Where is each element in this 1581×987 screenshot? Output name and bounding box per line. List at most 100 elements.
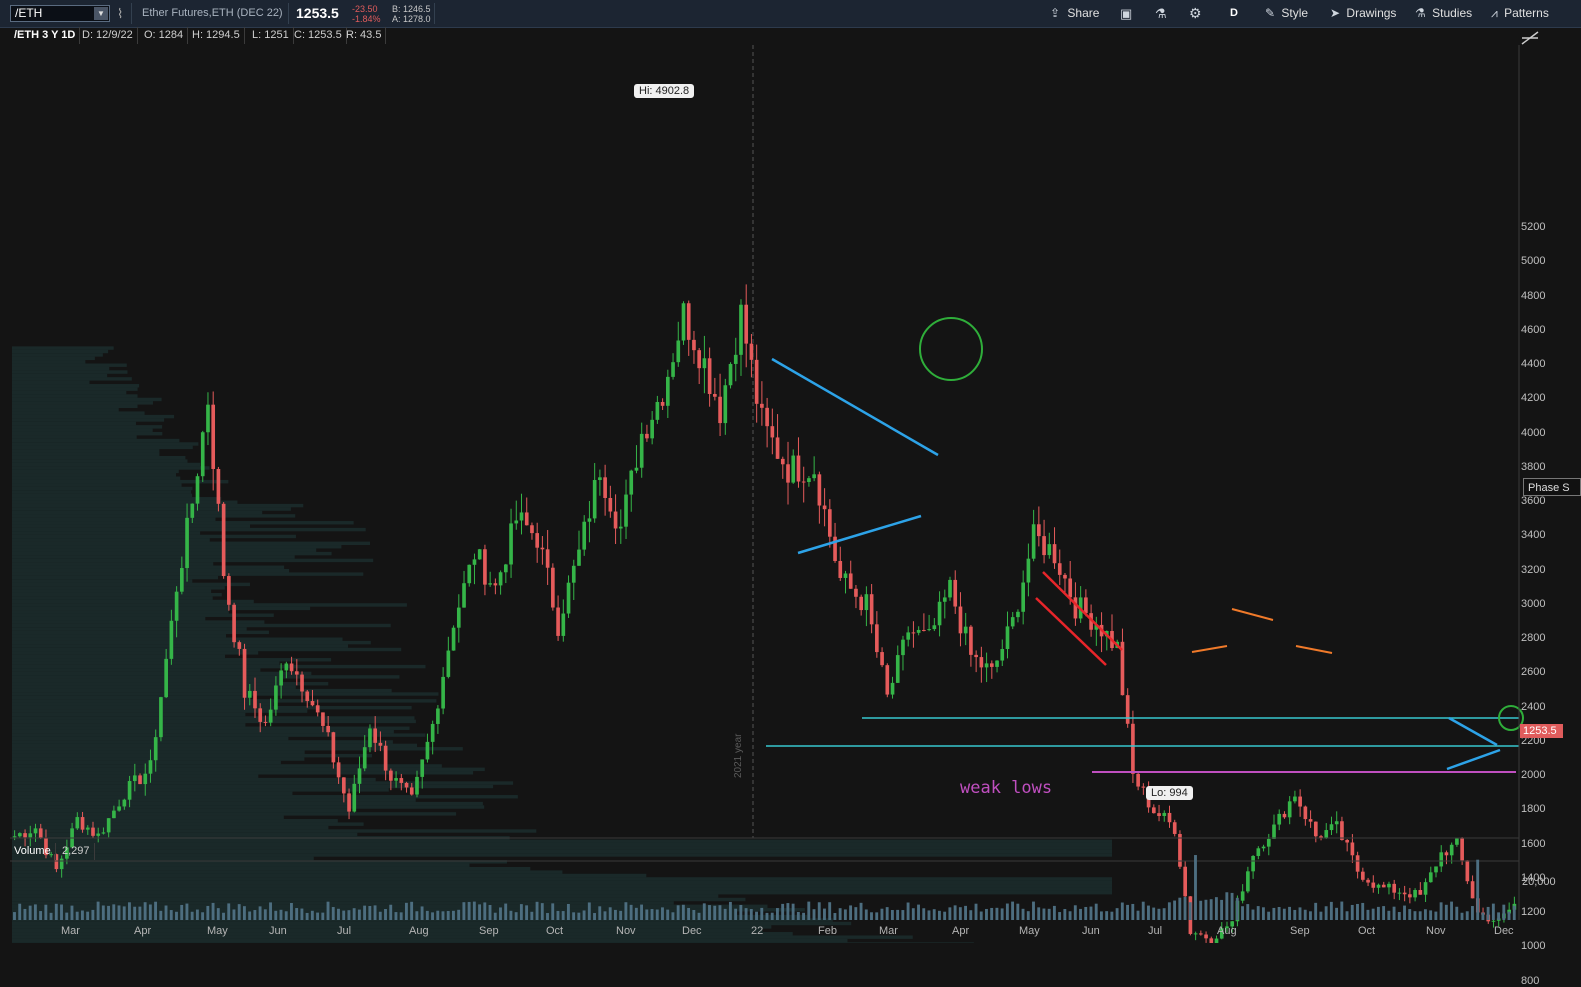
volume-bar	[1188, 902, 1192, 920]
volume-value: 2,297	[58, 843, 95, 860]
volume-bar	[1403, 905, 1406, 920]
channel-upper-line[interactable]	[1042, 571, 1123, 651]
volume-bar	[734, 908, 738, 920]
profile-bar	[12, 675, 400, 679]
candle-body	[1345, 839, 1349, 843]
candle-body	[274, 685, 278, 710]
profile-bar	[12, 880, 1112, 885]
candle-body	[524, 512, 529, 526]
volume-bar	[363, 905, 367, 920]
volume-bar	[922, 908, 926, 920]
profile-bar	[12, 740, 393, 744]
candle-body	[1277, 813, 1282, 825]
candle-body	[571, 565, 576, 583]
phase-tag[interactable]: Phase S	[1523, 478, 1581, 496]
volume-bar	[1136, 910, 1140, 920]
volume-bar	[190, 911, 194, 920]
candle-body	[247, 690, 252, 698]
candle-body	[138, 775, 142, 785]
profile-bar	[12, 925, 772, 929]
price-chart[interactable]	[0, 0, 1581, 943]
profile-bar	[12, 466, 210, 470]
profile-bar	[12, 562, 214, 566]
candle-body	[373, 728, 378, 743]
candle-body	[1141, 786, 1146, 788]
candle-body	[927, 629, 931, 631]
candle-body	[885, 665, 890, 695]
candle-body	[901, 639, 905, 656]
volume-bar	[1147, 905, 1150, 920]
candle-body	[456, 607, 461, 628]
volume-bar	[1120, 902, 1124, 920]
candle-body	[1434, 866, 1438, 873]
candle-body	[1021, 582, 1026, 612]
profile-bar	[12, 901, 674, 905]
volume-bar	[399, 912, 403, 920]
swing-high-marker[interactable]	[1295, 645, 1333, 654]
volume-bar	[1000, 908, 1004, 920]
volume-bar	[509, 910, 513, 920]
swing-high-marker[interactable]	[1231, 608, 1274, 621]
price-tick-label: 4200	[1521, 392, 1546, 405]
volume-bar	[1131, 903, 1135, 920]
profile-bar	[12, 568, 290, 573]
volume-label[interactable]: Volume	[10, 843, 56, 860]
candle-body	[1151, 807, 1156, 814]
candle-body	[1449, 844, 1454, 856]
swing-high-marker[interactable]	[1191, 645, 1228, 653]
profile-bar	[12, 654, 226, 659]
candle-body	[869, 594, 874, 625]
volume-bar	[1126, 904, 1129, 920]
candle-body	[702, 358, 707, 369]
time-tick-label: Sep	[1290, 925, 1310, 937]
volume-bar	[1507, 911, 1511, 920]
candle-body	[1324, 830, 1329, 838]
candle-body	[331, 732, 336, 763]
volume-bar	[593, 913, 596, 920]
candle-body	[760, 403, 764, 408]
volume-bar	[1089, 906, 1093, 920]
channel-lower-line[interactable]	[1035, 597, 1107, 666]
triangle-lower-trendline[interactable]	[797, 514, 922, 555]
profile-bar	[12, 606, 311, 611]
highlight-circle[interactable]	[919, 317, 983, 381]
volume-bar	[159, 910, 163, 920]
volume-bar	[1178, 897, 1182, 920]
candle-body	[33, 828, 38, 834]
volume-bar	[1272, 907, 1276, 920]
volume-bar	[185, 903, 189, 920]
time-tick-label: Jul	[337, 925, 352, 937]
volume-bar	[274, 910, 278, 920]
profile-bar	[12, 627, 247, 631]
volume-bar	[290, 902, 293, 920]
candle-body	[446, 650, 451, 677]
profile-bar	[12, 421, 136, 426]
profile-bar	[12, 678, 282, 683]
volume-bar	[80, 910, 84, 920]
profile-bar	[12, 610, 229, 614]
candle-body	[1392, 883, 1397, 893]
profile-bar	[12, 877, 1112, 881]
candle-body	[671, 362, 675, 377]
triangle-upper-trendline[interactable]	[771, 357, 939, 457]
volume-bar	[483, 902, 487, 920]
time-tick-label: Aug	[1217, 925, 1237, 937]
profile-bar	[12, 908, 805, 912]
low-tag: Lo: 994	[1146, 786, 1193, 800]
volume-bar	[985, 908, 988, 920]
volume-bar	[33, 904, 37, 920]
candle-body	[718, 396, 722, 424]
candle-body	[38, 828, 43, 839]
price-axis[interactable]: 5200 5000 4800 4600 4400 4200 4000 3800 3600 3400…	[1519, 45, 1581, 987]
price-tick-label: 800	[1521, 974, 1540, 987]
candle-body	[1408, 894, 1412, 898]
volume-bar	[1439, 902, 1443, 920]
volume-bar	[901, 910, 905, 920]
candle-body	[415, 776, 419, 795]
candle-body	[112, 810, 116, 819]
pennant-upper-line[interactable]	[1448, 716, 1498, 747]
profile-bar	[12, 490, 192, 494]
volume-bar	[1251, 909, 1255, 920]
candle-body	[676, 340, 681, 363]
pennant-lower-line[interactable]	[1446, 748, 1501, 771]
